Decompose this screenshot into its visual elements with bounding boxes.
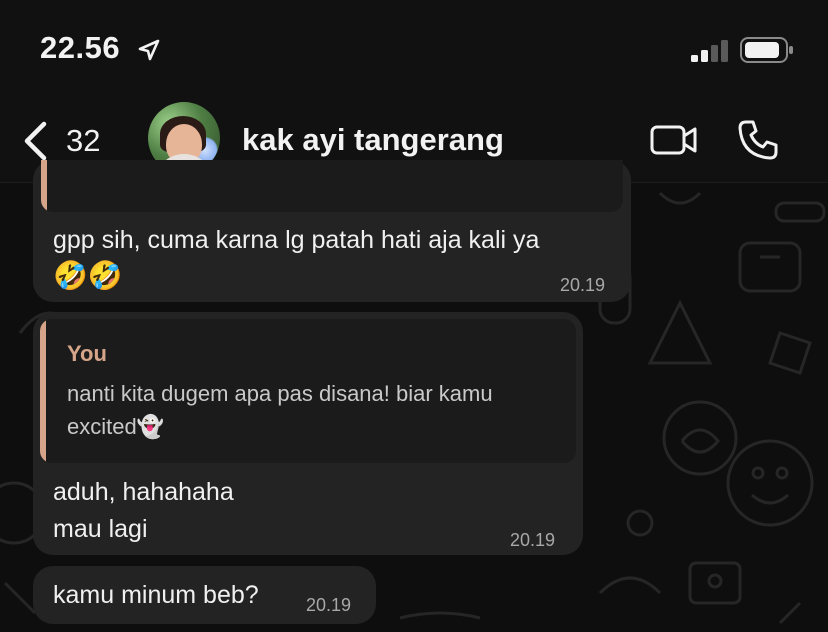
quote-text: nanti kita dugem apa pas disana! biar ka… — [67, 381, 493, 439]
message-text-line-1: aduh, hahahaha — [53, 478, 234, 506]
back-button[interactable]: 32 — [22, 118, 122, 164]
chevron-left-icon — [24, 121, 47, 161]
quoted-message[interactable]: You nanti kita dugem apa pas disana! bia… — [40, 319, 576, 463]
contact-name[interactable]: kak ayi tangerang — [242, 122, 504, 158]
message-text: kamu minum beb? — [53, 581, 259, 609]
location-arrow-icon — [138, 39, 160, 61]
battery-icon — [740, 37, 793, 63]
video-camera-icon[interactable] — [650, 122, 698, 158]
message-emoji: 🤣🤣 — [53, 260, 123, 291]
cellular-signal-icon — [691, 40, 728, 62]
quoted-message-partial — [41, 160, 623, 212]
message-bubble[interactable]: gpp sih, cuma karna lg patah hati aja ka… — [33, 160, 631, 302]
reply-message-bubble[interactable]: You nanti kita dugem apa pas disana! bia… — [33, 312, 583, 555]
message-time: 20.19 — [510, 530, 556, 550]
message-text: gpp sih, cuma karna lg patah hati aja ka… — [53, 226, 540, 254]
quote-author: You — [67, 341, 107, 366]
message-bubble[interactable]: kamu minum beb? 20.19 — [33, 566, 376, 624]
chat-header: 22.56 32 kak ayi tangerang — [0, 0, 828, 183]
phone-icon[interactable] — [736, 118, 780, 162]
message-time: 20.19 — [560, 275, 606, 295]
message-time: 20.19 — [306, 595, 352, 615]
message-text-line-2: mau lagi — [53, 515, 148, 543]
unread-count: 32 — [66, 123, 101, 158]
status-time: 22.56 — [40, 30, 121, 65]
